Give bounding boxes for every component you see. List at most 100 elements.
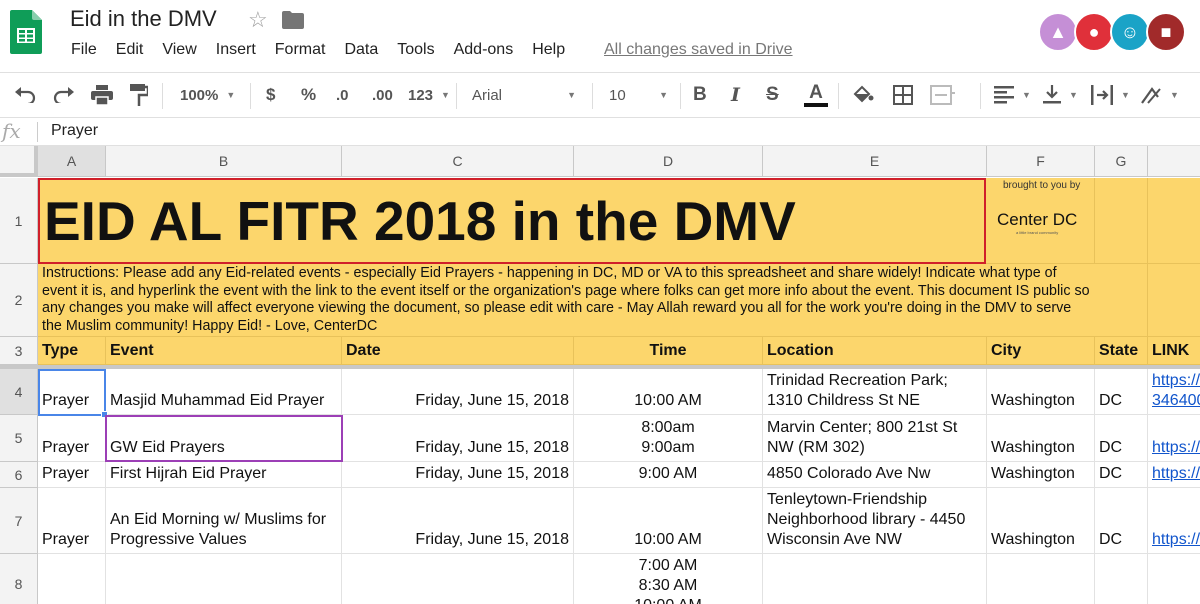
row-header-4[interactable]: 4: [0, 369, 38, 415]
cell-location[interactable]: [763, 554, 987, 604]
cell-event[interactable]: [106, 554, 342, 604]
row-header-5[interactable]: 5: [0, 415, 38, 462]
column-header-d[interactable]: D: [574, 146, 763, 177]
link-line[interactable]: 346400: [1152, 391, 1200, 411]
row-header-3[interactable]: 3: [0, 337, 38, 365]
cell-time[interactable]: 10:00 AM: [574, 488, 763, 554]
column-header-e[interactable]: E: [763, 146, 987, 177]
cell-date[interactable]: [342, 554, 574, 604]
cell-link[interactable]: https://: [1148, 415, 1200, 462]
cell-event[interactable]: An Eid Morning w/ Muslims for Progressive…: [106, 488, 342, 554]
header-type[interactable]: Type: [38, 337, 106, 365]
row-header-2[interactable]: 2: [0, 264, 38, 337]
text-color-button[interactable]: A: [804, 73, 828, 117]
menu-format[interactable]: Format: [275, 41, 326, 59]
cell-link[interactable]: https://346400: [1148, 369, 1200, 415]
more-formats-select[interactable]: 123 ▼: [408, 73, 450, 117]
increase-decimal-button[interactable]: .00: [372, 73, 393, 117]
link-line[interactable]: https://: [1152, 438, 1200, 458]
cell-type[interactable]: Prayer: [38, 415, 106, 462]
header-location[interactable]: Location: [763, 337, 987, 365]
cell-time[interactable]: 10:00 AM: [574, 369, 763, 415]
cell-location[interactable]: 4850 Colorado Ave Nw: [763, 462, 987, 488]
cell-event[interactable]: Masjid Muhammad Eid Prayer: [106, 369, 342, 415]
cell-state[interactable]: [1095, 554, 1148, 604]
cell-type[interactable]: Prayer: [38, 488, 106, 554]
cell-time[interactable]: 8:00am 9:00am: [574, 415, 763, 462]
folder-icon[interactable]: [282, 11, 304, 29]
cell-time[interactable]: 9:00 AM: [574, 462, 763, 488]
fill-handle[interactable]: [101, 411, 108, 418]
cell-location[interactable]: Marvin Center; 800 21st St NW (RM 302): [763, 415, 987, 462]
header-state[interactable]: State: [1095, 337, 1148, 365]
undo-icon[interactable]: [14, 73, 36, 117]
zoom-select[interactable]: 100% ▼: [180, 73, 235, 117]
cell-location[interactable]: Trinidad Recreation Park; 1310 Childress …: [763, 369, 987, 415]
avatar[interactable]: ☺: [1110, 12, 1150, 52]
cell-g1[interactable]: [1095, 178, 1148, 264]
italic-button[interactable]: I: [731, 73, 740, 117]
currency-format-button[interactable]: $: [266, 73, 275, 117]
row-header-8[interactable]: 8: [0, 554, 38, 604]
cell-link[interactable]: https://: [1148, 488, 1200, 554]
fill-color-icon[interactable]: [852, 73, 874, 117]
header-link[interactable]: LINK: [1148, 337, 1200, 365]
column-header-b[interactable]: B: [106, 146, 342, 177]
header-date[interactable]: Date: [342, 337, 574, 365]
print-icon[interactable]: [91, 73, 113, 117]
menu-insert[interactable]: Insert: [216, 41, 256, 59]
paint-format-icon[interactable]: [130, 73, 148, 117]
cell-event[interactable]: First Hijrah Eid Prayer: [106, 462, 342, 488]
column-header-a[interactable]: A: [38, 146, 106, 177]
cell-state[interactable]: DC: [1095, 462, 1148, 488]
row-header-7[interactable]: 7: [0, 488, 38, 554]
merge-cells-icon[interactable]: [930, 73, 956, 117]
cell-type[interactable]: [38, 554, 106, 604]
borders-icon[interactable]: [893, 73, 913, 117]
cell-state[interactable]: DC: [1095, 488, 1148, 554]
formula-input[interactable]: Prayer: [51, 122, 98, 140]
menu-edit[interactable]: Edit: [116, 41, 144, 59]
link-line[interactable]: https://: [1152, 530, 1200, 550]
font-size-select[interactable]: 10 ▼: [609, 73, 668, 117]
cell-city[interactable]: Washington: [987, 462, 1095, 488]
cell-g2[interactable]: [1095, 264, 1148, 337]
align-left-icon[interactable]: ▼: [994, 73, 1031, 117]
cell-type[interactable]: Prayer: [38, 369, 106, 415]
decrease-decimal-button[interactable]: .0: [336, 73, 349, 117]
link-line[interactable]: https://: [1152, 464, 1200, 484]
avatar[interactable]: ■: [1146, 12, 1186, 52]
cell-date[interactable]: Friday, June 15, 2018: [342, 369, 574, 415]
column-header-g[interactable]: G: [1095, 146, 1148, 177]
cell-link[interactable]: [1148, 554, 1200, 604]
instructions-cell[interactable]: Instructions: Please add any Eid-related…: [38, 264, 1095, 337]
vertical-align-bottom-icon[interactable]: ▼: [1043, 73, 1078, 117]
cell-h2[interactable]: [1148, 264, 1200, 337]
percent-format-button[interactable]: %: [301, 73, 316, 117]
menu-add-ons[interactable]: Add-ons: [454, 41, 514, 59]
banner-title[interactable]: EID AL FITR 2018 in the DMV: [38, 178, 986, 264]
strikethrough-button[interactable]: S: [766, 73, 779, 117]
header-city[interactable]: City: [987, 337, 1095, 365]
cell-city[interactable]: [987, 554, 1095, 604]
cell-h1[interactable]: [1148, 178, 1200, 264]
cell-date[interactable]: Friday, June 15, 2018: [342, 415, 574, 462]
cell-link[interactable]: https://: [1148, 462, 1200, 488]
link-line[interactable]: https://: [1152, 371, 1200, 391]
document-title[interactable]: Eid in the DMV: [70, 6, 217, 32]
menu-tools[interactable]: Tools: [397, 41, 434, 59]
save-status-link[interactable]: All changes saved in Drive: [604, 41, 793, 59]
cell-date[interactable]: Friday, June 15, 2018: [342, 488, 574, 554]
avatar[interactable]: ●: [1074, 12, 1114, 52]
text-rotation-icon[interactable]: ▼: [1140, 73, 1179, 117]
select-all-corner[interactable]: [0, 146, 38, 177]
avatar[interactable]: ▲: [1038, 12, 1078, 52]
cell-city[interactable]: Washington: [987, 415, 1095, 462]
redo-icon[interactable]: [53, 73, 75, 117]
cell-city[interactable]: Washington: [987, 369, 1095, 415]
header-time[interactable]: Time: [574, 337, 763, 365]
menu-file[interactable]: File: [71, 41, 97, 59]
column-header-c[interactable]: C: [342, 146, 574, 177]
row-header-6[interactable]: 6: [0, 462, 38, 488]
cell-location[interactable]: Tenleytown-Friendship Neighborhood librar…: [763, 488, 987, 554]
